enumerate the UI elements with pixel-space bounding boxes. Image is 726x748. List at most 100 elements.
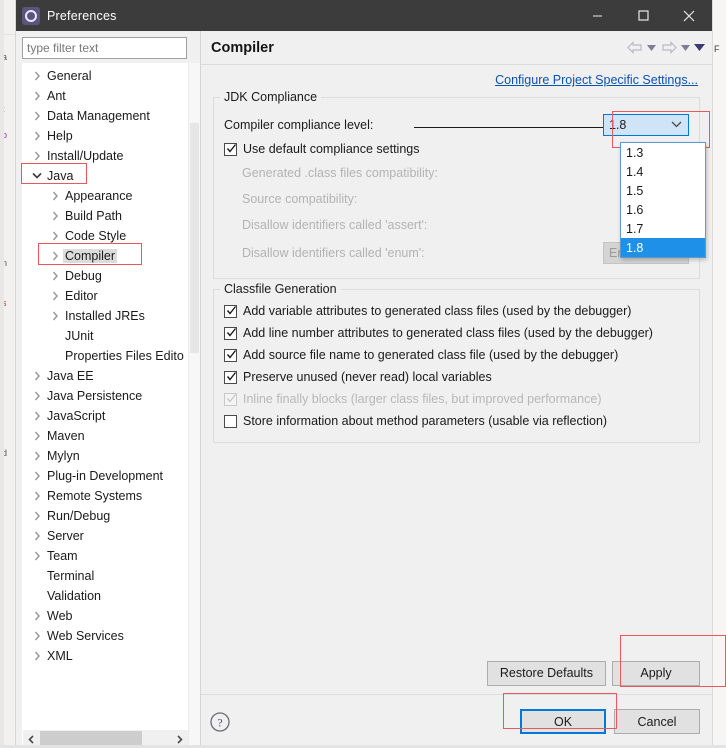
sidebar-item-maven[interactable]: Maven bbox=[23, 426, 188, 446]
vscroll-thumb[interactable] bbox=[190, 123, 199, 353]
chevron-right-icon[interactable] bbox=[29, 511, 45, 522]
classfile-option-label: Inline finally blocks (larger class file… bbox=[243, 392, 602, 406]
chevron-down-icon[interactable] bbox=[29, 171, 45, 181]
compliance-level-combo[interactable]: 1.8 bbox=[603, 114, 689, 136]
sidebar-item-java-ee[interactable]: Java EE bbox=[23, 366, 188, 386]
sidebar-item-code-style[interactable]: Code Style bbox=[23, 226, 188, 246]
chevron-right-icon[interactable] bbox=[29, 71, 45, 82]
chevron-right-icon[interactable] bbox=[29, 431, 45, 442]
sidebar-item-web-services[interactable]: Web Services bbox=[23, 626, 188, 646]
chevron-right-icon[interactable] bbox=[47, 271, 63, 282]
sidebar-item-properties-files-edito[interactable]: Properties Files Edito bbox=[23, 346, 188, 366]
configure-project-specific-settings-link[interactable]: Configure Project Specific Settings... bbox=[495, 73, 698, 87]
classfile-option-row[interactable]: Store information about method parameter… bbox=[224, 410, 689, 432]
sidebar-item-run-debug[interactable]: Run/Debug bbox=[23, 506, 188, 526]
classfile-option-row[interactable]: Add source file name to generated class … bbox=[224, 344, 689, 366]
sidebar-item-xml[interactable]: XML bbox=[23, 646, 188, 666]
sidebar-item-javascript[interactable]: JavaScript bbox=[23, 406, 188, 426]
sidebar-item-installed-jres[interactable]: Installed JREs bbox=[23, 306, 188, 326]
search-input[interactable] bbox=[22, 37, 187, 59]
classfile-option-row[interactable]: Preserve unused (never read) local varia… bbox=[224, 366, 689, 388]
maximize-icon[interactable] bbox=[620, 0, 666, 31]
dropdown-option[interactable]: 1.8 bbox=[621, 238, 705, 257]
sidebar-item-general[interactable]: General bbox=[23, 66, 188, 86]
sidebar-item-help[interactable]: Help bbox=[23, 126, 188, 146]
chevron-right-icon[interactable] bbox=[29, 371, 45, 382]
annotation-arrow-icon bbox=[414, 124, 624, 131]
dropdown-option[interactable]: 1.7 bbox=[621, 219, 705, 238]
use-default-compliance-checkbox[interactable] bbox=[224, 142, 237, 156]
chevron-right-icon[interactable] bbox=[47, 251, 63, 262]
chevron-right-icon[interactable] bbox=[29, 151, 45, 162]
chevron-right-icon[interactable] bbox=[29, 111, 45, 122]
tree-scroll-area[interactable]: General Ant Data Management Help Install/Upd… bbox=[23, 64, 188, 730]
chevron-right-icon[interactable] bbox=[29, 651, 45, 662]
sidebar-item-web[interactable]: Web bbox=[23, 606, 188, 626]
sidebar-item-editor[interactable]: Editor bbox=[23, 286, 188, 306]
sidebar-item-java-persistence[interactable]: Java Persistence bbox=[23, 386, 188, 406]
back-arrow-icon[interactable] bbox=[625, 37, 644, 59]
chevron-right-icon[interactable] bbox=[29, 551, 45, 562]
chevron-right-icon[interactable] bbox=[47, 231, 63, 242]
sidebar-item-terminal[interactable]: Terminal bbox=[23, 566, 188, 586]
classfile-option-row[interactable]: Add variable attributes to generated cla… bbox=[224, 300, 689, 322]
view-menu-icon[interactable] bbox=[693, 37, 706, 59]
chevron-right-icon[interactable] bbox=[29, 131, 45, 142]
sidebar-item-remote-systems[interactable]: Remote Systems bbox=[23, 486, 188, 506]
sidebar-item-mylyn[interactable]: Mylyn bbox=[23, 446, 188, 466]
chevron-right-icon[interactable] bbox=[29, 471, 45, 482]
chevron-right-icon[interactable] bbox=[47, 211, 63, 222]
sidebar-item-server[interactable]: Server bbox=[23, 526, 188, 546]
chevron-right-icon[interactable] bbox=[29, 611, 45, 622]
chevron-right-icon[interactable] bbox=[47, 191, 63, 202]
sidebar-item-ant[interactable]: Ant bbox=[23, 86, 188, 106]
tree-item-label: Run/Debug bbox=[47, 509, 111, 523]
chevron-right-icon[interactable] bbox=[29, 531, 45, 542]
jdk-compliance-title: JDK Compliance bbox=[220, 90, 322, 104]
compliance-level-dropdown-list[interactable]: 1.3 1.4 1.5 1.6 1.7 1.8 bbox=[620, 142, 706, 258]
classfile-option-checkbox[interactable] bbox=[224, 304, 237, 318]
chevron-right-icon[interactable] bbox=[29, 631, 45, 642]
sidebar-item-compiler[interactable]: Compiler bbox=[23, 246, 188, 266]
classfile-option-label: Add variable attributes to generated cla… bbox=[243, 304, 632, 318]
dropdown-option[interactable]: 1.3 bbox=[621, 143, 705, 162]
chevron-right-icon[interactable] bbox=[29, 91, 45, 102]
sidebar-item-data-management[interactable]: Data Management bbox=[23, 106, 188, 126]
help-icon[interactable]: ? bbox=[207, 709, 233, 735]
sidebar-item-appearance[interactable]: Appearance bbox=[23, 186, 188, 206]
close-icon[interactable] bbox=[666, 0, 712, 31]
forward-arrow-icon[interactable] bbox=[659, 37, 678, 59]
preferences-tree[interactable]: General Ant Data Management Help Install/Upd… bbox=[22, 63, 188, 748]
apply-button[interactable]: Apply bbox=[612, 660, 700, 686]
minimize-icon[interactable] bbox=[574, 0, 620, 31]
dropdown-option[interactable]: 1.6 bbox=[621, 200, 705, 219]
chevron-right-icon[interactable] bbox=[47, 311, 63, 322]
sidebar-item-validation[interactable]: Validation bbox=[23, 586, 188, 606]
ok-button[interactable]: OK bbox=[520, 709, 606, 734]
restore-defaults-button[interactable]: Restore Defaults bbox=[486, 660, 606, 686]
classfile-generation-group: Classfile Generation Add variable attrib… bbox=[213, 282, 700, 443]
chevron-right-icon[interactable] bbox=[29, 451, 45, 462]
tree-vertical-scrollbar[interactable] bbox=[188, 63, 200, 748]
classfile-option-row[interactable]: Add line number attributes to generated … bbox=[224, 322, 689, 344]
back-dropdown-icon[interactable] bbox=[645, 37, 658, 59]
sidebar-item-java[interactable]: Java bbox=[23, 166, 188, 186]
sidebar-item-build-path[interactable]: Build Path bbox=[23, 206, 188, 226]
sidebar-item-plug-in-development[interactable]: Plug-in Development bbox=[23, 466, 188, 486]
forward-dropdown-icon[interactable] bbox=[679, 37, 692, 59]
sidebar-item-team[interactable]: Team bbox=[23, 546, 188, 566]
chevron-right-icon[interactable] bbox=[29, 391, 45, 402]
sidebar-item-install-update[interactable]: Install/Update bbox=[23, 146, 188, 166]
classfile-option-checkbox[interactable] bbox=[224, 326, 237, 340]
cancel-button[interactable]: Cancel bbox=[614, 709, 700, 734]
dropdown-option[interactable]: 1.5 bbox=[621, 181, 705, 200]
classfile-option-checkbox[interactable] bbox=[224, 370, 237, 384]
sidebar-item-junit[interactable]: JUnit bbox=[23, 326, 188, 346]
dropdown-option[interactable]: 1.4 bbox=[621, 162, 705, 181]
chevron-right-icon[interactable] bbox=[47, 291, 63, 302]
chevron-right-icon[interactable] bbox=[29, 491, 45, 502]
chevron-right-icon[interactable] bbox=[29, 411, 45, 422]
sidebar-item-debug[interactable]: Debug bbox=[23, 266, 188, 286]
classfile-option-checkbox[interactable] bbox=[224, 348, 237, 362]
classfile-option-checkbox[interactable] bbox=[224, 414, 237, 428]
